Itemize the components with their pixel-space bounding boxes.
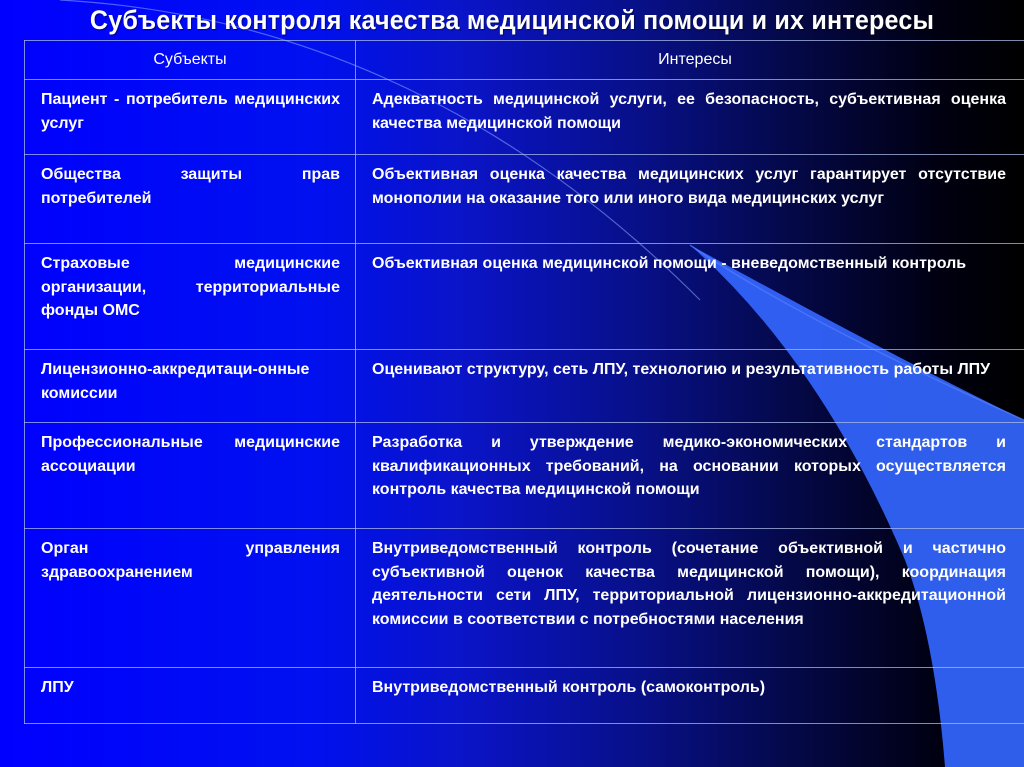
subject-cell: Общества защиты прав потребителей <box>24 154 356 244</box>
column-header-interests: Интересы <box>355 40 1024 80</box>
subjects-interests-table: Субъекты Интересы Пациент - потребитель … <box>24 40 1024 724</box>
table-row: Лицензионно-аккредитаци-онные комиссии О… <box>24 349 1024 423</box>
table-row: ЛПУ Внутриведомственный контроль (самоко… <box>24 667 1024 724</box>
table-row: Страховые медицинские организации, терри… <box>24 243 1024 350</box>
subject-cell: Пациент - потребитель медицинских услуг <box>24 79 356 155</box>
subject-cell: Страховые медицинские организации, терри… <box>24 243 356 350</box>
table-row: Профессиональные медицинские ассоциации … <box>24 422 1024 529</box>
interest-cell: Объективная оценка медицинской помощи - … <box>355 243 1024 350</box>
column-header-subjects: Субъекты <box>24 40 356 80</box>
interest-cell: Внутриведомственный контроль (самоконтро… <box>355 667 1024 724</box>
table-header-row: Субъекты Интересы <box>24 40 1024 80</box>
subject-cell: Орган управления здравоохранением <box>24 528 356 668</box>
interest-cell: Внутриведомственный контроль (сочетание … <box>355 528 1024 668</box>
table-row: Пациент - потребитель медицинских услуг … <box>24 79 1024 155</box>
subject-cell: Профессиональные медицинские ассоциации <box>24 422 356 529</box>
interest-cell: Разработка и утверждение медико-экономич… <box>355 422 1024 529</box>
interest-cell: Объективная оценка качества медицинских … <box>355 154 1024 244</box>
table-row: Общества защиты прав потребителей Объект… <box>24 154 1024 244</box>
table-row: Орган управления здравоохранением Внутри… <box>24 528 1024 668</box>
slide-title: Субъекты контроля качества медицинской п… <box>89 5 935 35</box>
subject-cell: ЛПУ <box>24 667 356 724</box>
interest-cell: Адекватность медицинской услуги, ее безо… <box>355 79 1024 155</box>
subject-cell: Лицензионно-аккредитаци-онные комиссии <box>24 349 356 423</box>
interest-cell: Оценивают структуру, сеть ЛПУ, технологи… <box>355 349 1024 423</box>
